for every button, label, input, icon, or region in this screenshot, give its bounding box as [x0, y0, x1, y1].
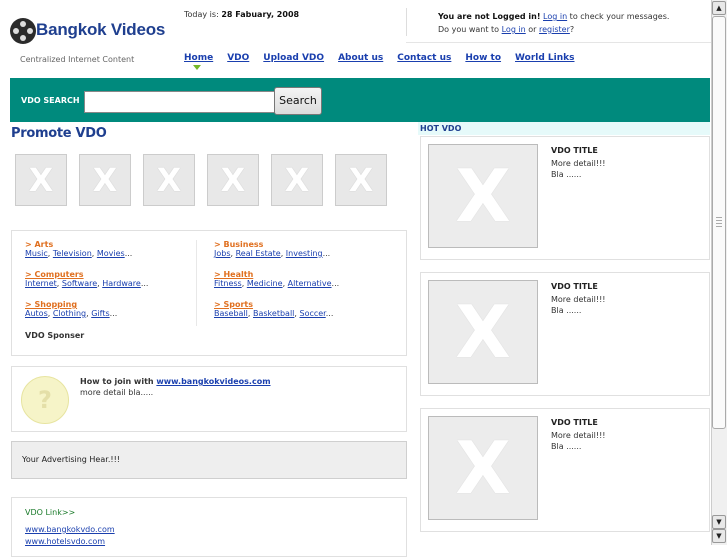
nav-about-us[interactable]: About us [338, 53, 383, 63]
join-text: How to join with www.bangkokvideos.com m… [80, 377, 271, 397]
hot-vdo-item-title[interactable]: VDO TITLE [551, 282, 598, 291]
category-link[interactable]: Investing [286, 249, 323, 258]
advert-text: Your Advertising Hear.!!! [22, 455, 120, 464]
placeholder-x-icon: X [455, 290, 511, 374]
question-icon: ? [21, 376, 69, 424]
category-link[interactable]: Television [53, 249, 92, 258]
category-title: > Arts [25, 240, 54, 249]
hot-vdo-item-title[interactable]: VDO TITLE [551, 418, 598, 427]
nav-contact-us[interactable]: Contact us [397, 53, 451, 63]
login-link[interactable]: Log in [543, 12, 567, 21]
category-link[interactable]: Music [25, 249, 48, 258]
category-link[interactable]: Jobs [214, 249, 231, 258]
header-rule [406, 42, 712, 43]
join-link[interactable]: www.bangkokvideos.com [156, 377, 270, 386]
active-nav-arrow-icon [193, 65, 201, 70]
category-link[interactable]: Gifts [91, 309, 109, 318]
promote-thumb[interactable]: X [271, 154, 323, 206]
search-input[interactable] [84, 91, 276, 113]
category-link[interactable]: Baseball [214, 309, 248, 318]
site-logo[interactable]: Bangkok Videos [36, 20, 165, 40]
category-link[interactable]: Real Estate [236, 249, 281, 258]
category-link[interactable]: Movies [97, 249, 125, 258]
hot-vdo-item-desc: More detail!!! Bla ...... [551, 159, 606, 179]
header-divider [406, 8, 407, 36]
promote-thumb[interactable]: X [143, 154, 195, 206]
hot-vdo-item-title[interactable]: VDO TITLE [551, 146, 598, 155]
categories-divider [196, 240, 197, 326]
category-link[interactable]: Medicine [247, 279, 283, 288]
search-label: VDO SEARCH [21, 96, 80, 105]
placeholder-x-icon: X [28, 161, 54, 199]
scrollbar-thumb[interactable] [712, 16, 726, 429]
promote-thumb[interactable]: X [207, 154, 259, 206]
category-link[interactable]: Clothing [53, 309, 86, 318]
nav-vdo[interactable]: VDO [227, 53, 249, 63]
tagline: Centralized Internet Content [20, 55, 135, 64]
category-shopping: > Shopping Autos, Clothing, Gifts... [25, 300, 118, 318]
promote-thumb[interactable]: X [79, 154, 131, 206]
placeholder-x-icon: X [156, 161, 182, 199]
category-title-link[interactable]: > Sports [214, 300, 253, 309]
hot-vdo-item-desc: More detail!!! Bla ...... [551, 295, 606, 315]
login-status-text: You are not Logged in! [438, 12, 541, 21]
category-health: > Health Fitness, Medicine, Alternative.… [214, 270, 340, 288]
film-reel-icon [10, 18, 36, 44]
hot-vdo-thumb[interactable]: X [428, 416, 538, 520]
hot-vdo-thumb[interactable]: X [428, 144, 538, 248]
category-computers: > Computers Internet, Software, Hardware… [25, 270, 149, 288]
scroll-down-button[interactable]: ▼ [712, 515, 726, 529]
placeholder-x-icon: X [92, 161, 118, 199]
hot-vdo-thumb[interactable]: X [428, 280, 538, 384]
nav-world-links[interactable]: World Links [515, 53, 574, 63]
category-link[interactable]: Autos [25, 309, 48, 318]
nav-home[interactable]: Home [184, 53, 213, 63]
main-nav: Home VDO Upload VDO About us Contact us How t… [184, 53, 589, 63]
placeholder-x-icon: X [284, 161, 310, 199]
scroll-down-button-2[interactable]: ▼ [712, 529, 726, 543]
nav-how-to[interactable]: How to [465, 53, 501, 63]
category-business: > Business Jobs, Real Estate, Investing.… [214, 240, 331, 258]
placeholder-x-icon: X [348, 161, 374, 199]
category-title-link[interactable]: > Shopping [25, 300, 77, 309]
category-title: > Business [214, 240, 264, 249]
hot-vdo-header [418, 122, 710, 135]
vdo-links-title: VDO Link>> [25, 508, 76, 517]
hot-vdo-title: HOT VDO [420, 124, 462, 133]
category-title-link[interactable]: > Health [214, 270, 253, 279]
category-link[interactable]: Alternative [288, 279, 332, 288]
promote-thumb[interactable]: X [335, 154, 387, 206]
nav-upload-vdo[interactable]: Upload VDO [263, 53, 324, 63]
category-link[interactable]: Soccer [299, 309, 325, 318]
promote-title: Promote VDO [11, 126, 107, 141]
placeholder-x-icon: X [455, 426, 511, 510]
promote-thumb[interactable]: X [15, 154, 67, 206]
category-link[interactable]: Hardware [102, 279, 141, 288]
placeholder-x-icon: X [220, 161, 246, 199]
hot-vdo-item-desc: More detail!!! Bla ...... [551, 431, 606, 451]
placeholder-x-icon: X [455, 154, 511, 238]
category-link[interactable]: Software [62, 279, 97, 288]
category-link[interactable]: Fitness [214, 279, 242, 288]
category-sports: > Sports Baseball, Basketball, Soccer... [214, 300, 334, 318]
category-arts: > Arts Music, Television, Movies... [25, 240, 133, 258]
vdo-link[interactable]: www.bangkokvdo.com [25, 525, 115, 534]
search-button[interactable]: Search [274, 87, 322, 115]
category-link[interactable]: Basketball [253, 309, 294, 318]
sponsor-label: VDO Sponser [25, 331, 85, 340]
today-date: Today is: 28 Fabuary, 2008 [184, 10, 300, 19]
login-status: You are not Logged in! Log in to check y… [438, 12, 670, 34]
login-link-2[interactable]: Log in [502, 25, 526, 34]
category-title-link[interactable]: > Computers [25, 270, 84, 279]
register-link[interactable]: register [539, 25, 570, 34]
scroll-up-button[interactable]: ▲ [712, 1, 726, 15]
category-link[interactable]: Internet [25, 279, 57, 288]
